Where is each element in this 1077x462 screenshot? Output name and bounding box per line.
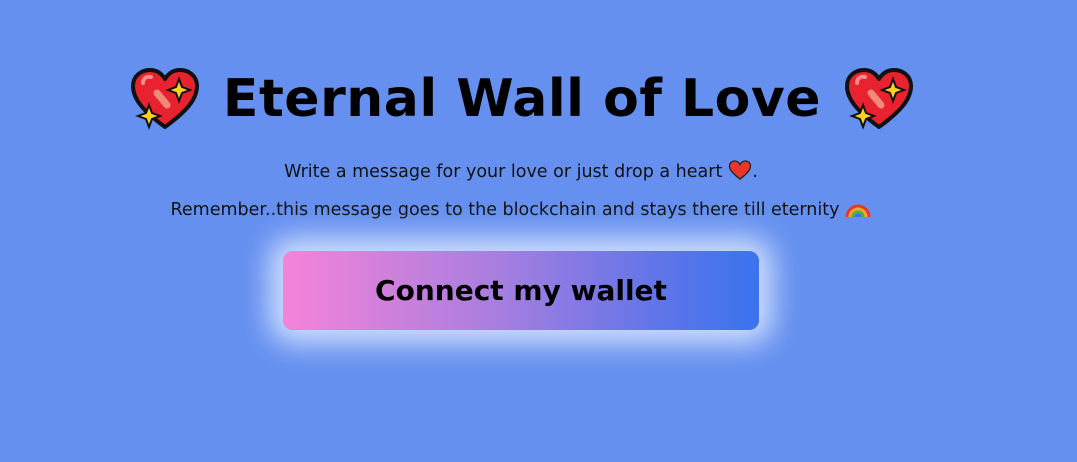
page-title: Eternal Wall of Love: [222, 69, 822, 129]
red-heart-icon: [729, 160, 752, 180]
intro-text-2: Remember..this message goes to the block…: [170, 200, 840, 220]
connect-wallet-button[interactable]: Connect my wallet: [283, 251, 759, 330]
sparkling-heart-icon: [130, 68, 199, 130]
header: Eternal Wall of Love: [0, 66, 1044, 132]
intro-line-2: Remember..this message goes to the block…: [0, 198, 1042, 220]
intro-period: .: [752, 162, 758, 182]
page: Eternal Wall of Love Write a message for…: [0, 0, 1077, 462]
sparkling-heart-icon: [845, 68, 914, 130]
intro-text-1: Write a message for your love or just dr…: [284, 162, 723, 182]
rainbow-icon: [845, 204, 871, 218]
intro-line-1: Write a message for your love or just dr…: [0, 160, 1042, 182]
